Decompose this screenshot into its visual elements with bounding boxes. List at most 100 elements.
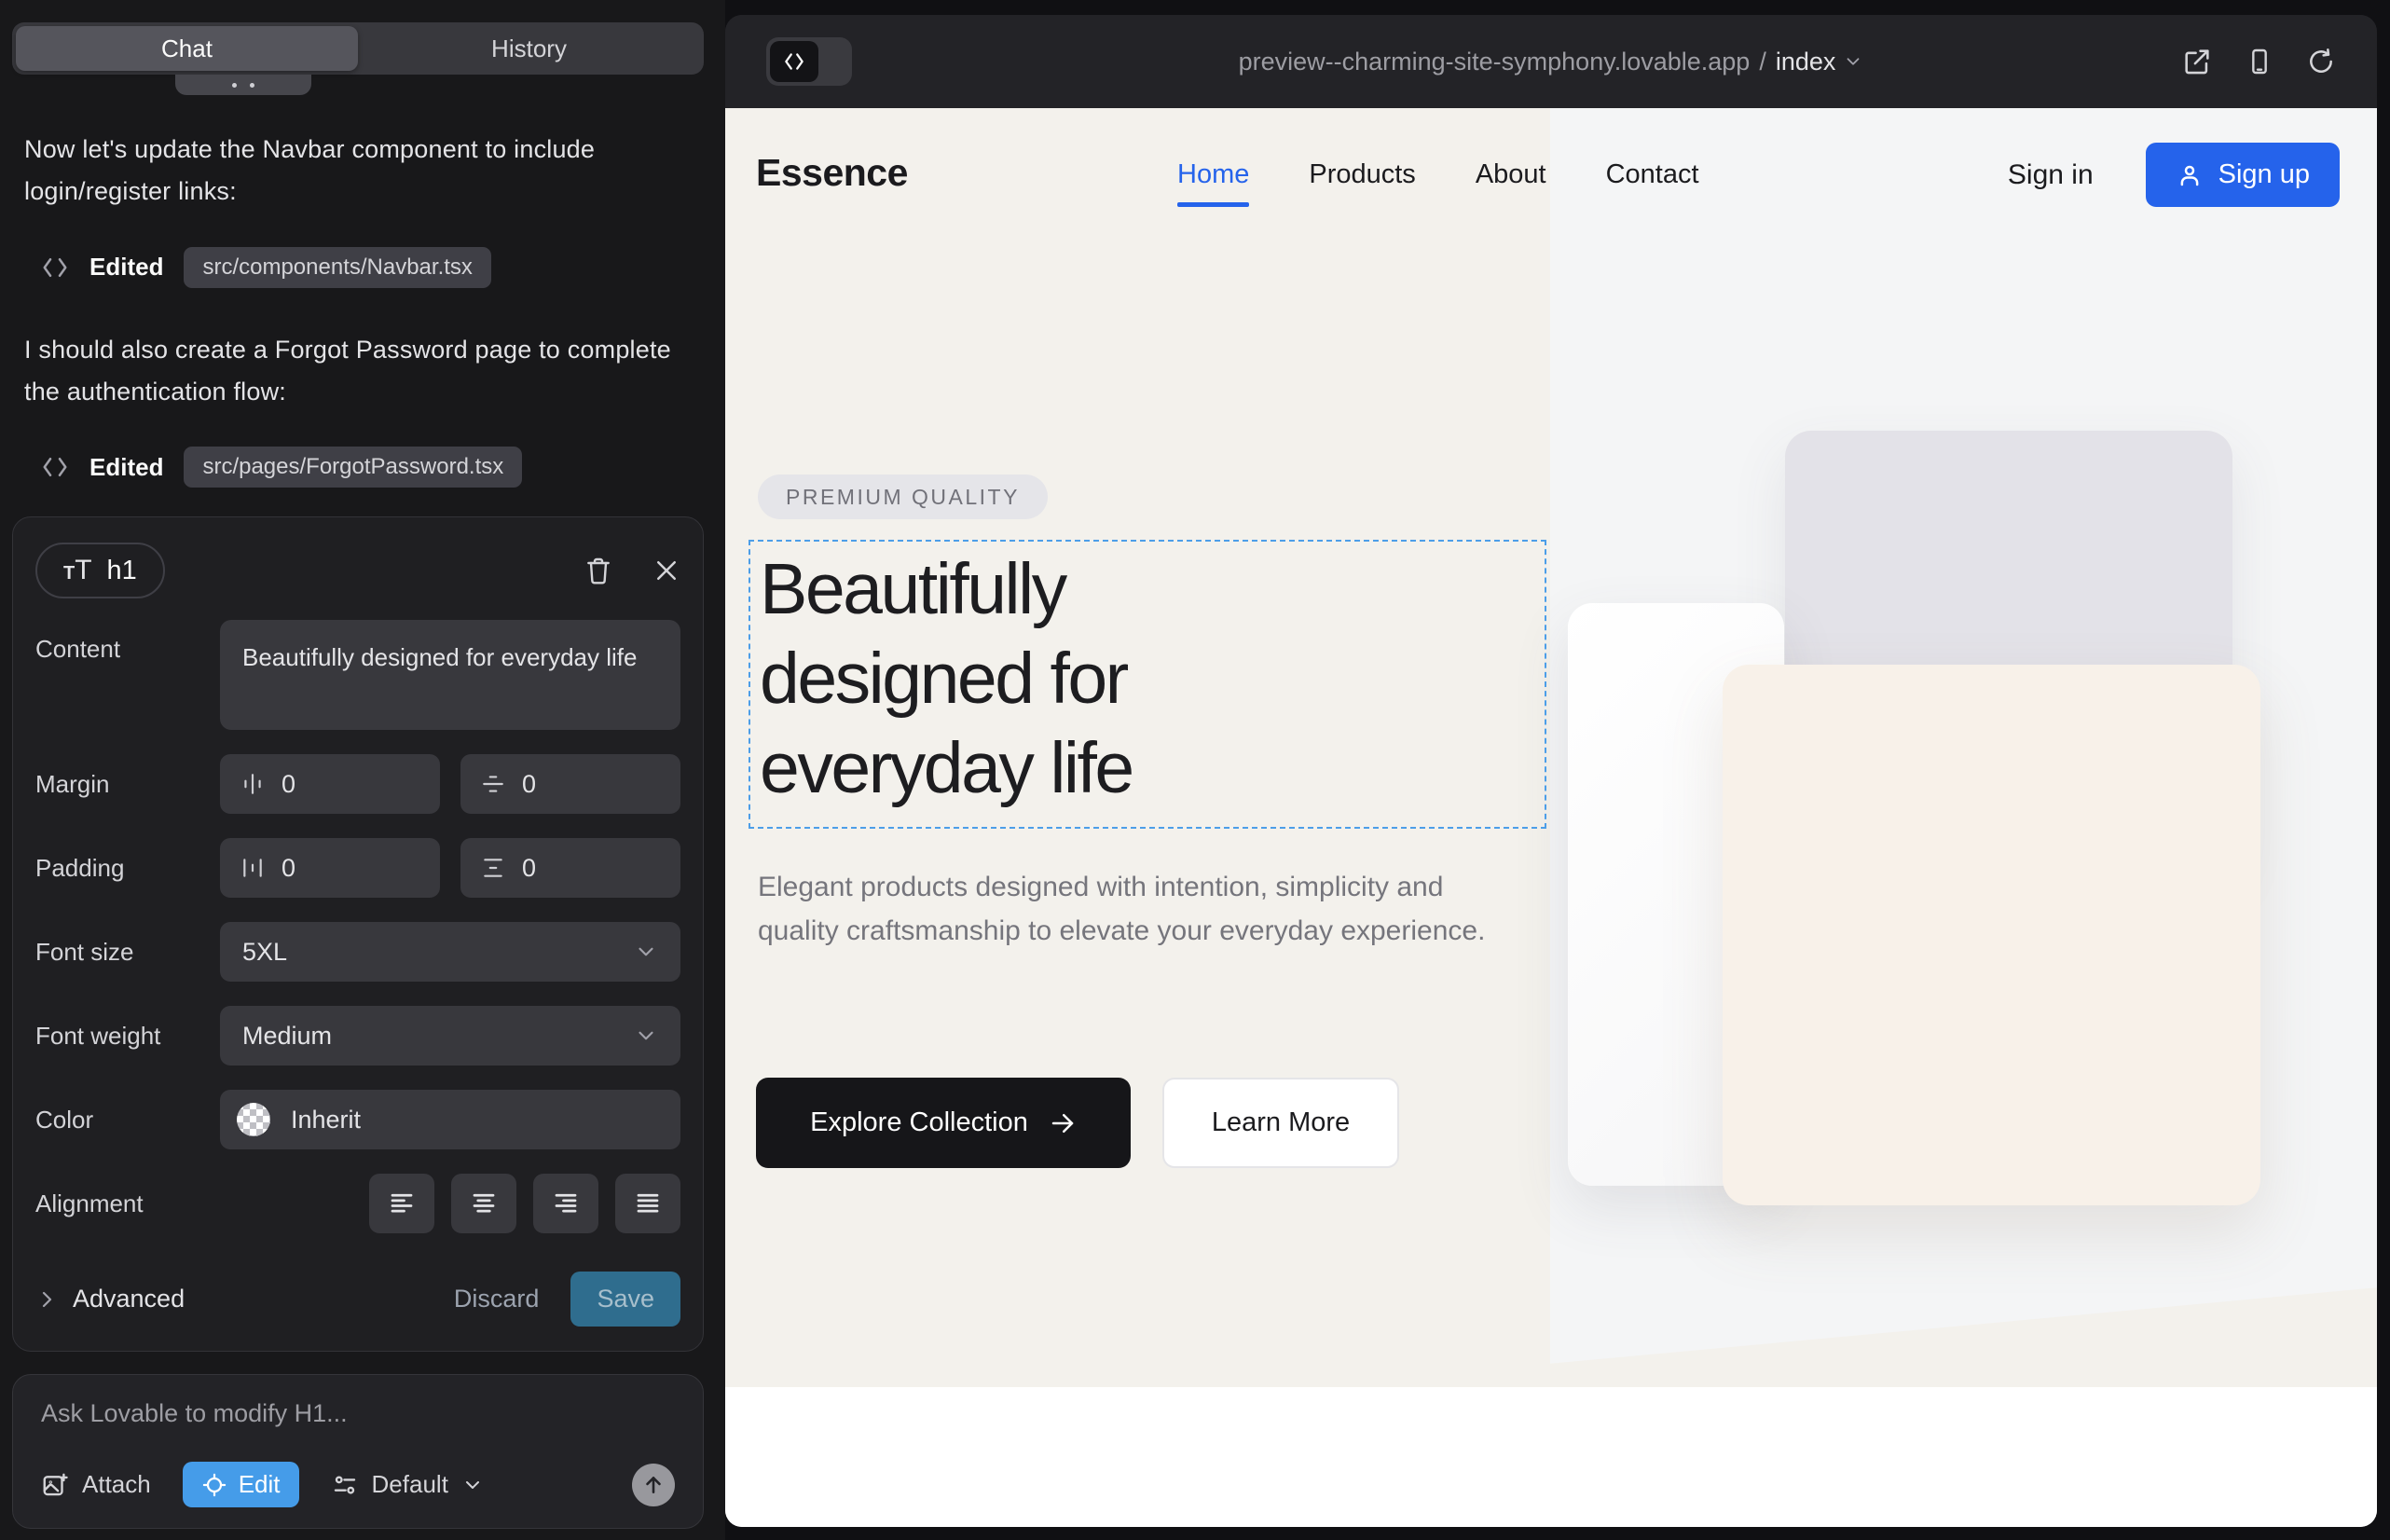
nav-link-contact[interactable]: Contact bbox=[1606, 143, 1699, 207]
next-section-placeholder bbox=[725, 1387, 2377, 1527]
sign-up-button[interactable]: Sign up bbox=[2146, 143, 2340, 207]
url-separator: / bbox=[1759, 48, 1766, 76]
align-right-button[interactable] bbox=[533, 1174, 598, 1233]
padding-label: Padding bbox=[35, 854, 220, 883]
preview-browser: preview--charming-site-symphony.lovable.… bbox=[725, 15, 2377, 1527]
margin-y-input[interactable]: 0 bbox=[460, 754, 680, 814]
nav-link-home[interactable]: Home bbox=[1177, 143, 1249, 207]
padding-field-row: Padding 0 0 bbox=[35, 838, 680, 898]
chevron-down-icon bbox=[634, 940, 658, 964]
hero-headline: Beautifully designed for everyday life bbox=[750, 542, 1545, 814]
margin-horizontal-icon bbox=[240, 772, 265, 796]
send-button[interactable] bbox=[632, 1464, 675, 1506]
align-right-icon bbox=[552, 1189, 580, 1217]
discard-button[interactable]: Discard bbox=[454, 1285, 540, 1313]
element-tag-label: h1 bbox=[107, 556, 137, 586]
margin-x-input[interactable]: 0 bbox=[220, 754, 440, 814]
chat-message-list: Now let's update the Navbar component to… bbox=[24, 129, 701, 529]
chevron-right-icon bbox=[35, 1288, 58, 1311]
padding-vertical-icon bbox=[481, 856, 505, 880]
advanced-toggle[interactable]: Advanced bbox=[35, 1285, 185, 1313]
chevron-down-icon bbox=[1843, 51, 1863, 72]
mobile-view-button[interactable] bbox=[2245, 47, 2274, 76]
site-logo[interactable]: Essence bbox=[756, 151, 908, 195]
alignment-field-row: Alignment bbox=[35, 1174, 680, 1233]
preview-topbar: preview--charming-site-symphony.lovable.… bbox=[725, 15, 2377, 108]
hero-diagonal-divider bbox=[1550, 1275, 2377, 1387]
margin-label: Margin bbox=[35, 770, 220, 799]
url-bar[interactable]: preview--charming-site-symphony.lovable.… bbox=[725, 48, 2377, 76]
url-domain: preview--charming-site-symphony.lovable.… bbox=[1239, 48, 1751, 76]
edited-file-row: Edited src/components/Navbar.tsx bbox=[41, 247, 701, 288]
refresh-icon bbox=[2306, 47, 2336, 76]
composer-input[interactable]: Ask Lovable to modify H1... bbox=[41, 1399, 675, 1428]
code-preview-toggle[interactable] bbox=[766, 37, 852, 86]
close-icon bbox=[652, 557, 680, 584]
nav-link-products[interactable]: Products bbox=[1309, 143, 1415, 207]
hero-section: Essence Home Products About Contact Sign… bbox=[725, 108, 2377, 1387]
code-icon bbox=[782, 49, 806, 74]
arrow-right-icon bbox=[1049, 1109, 1077, 1137]
open-in-new-tab-button[interactable] bbox=[2181, 46, 2213, 77]
chat-composer: Ask Lovable to modify H1... Attach Edit … bbox=[12, 1374, 704, 1529]
sliders-icon bbox=[331, 1471, 359, 1499]
margin-vertical-icon bbox=[481, 772, 505, 796]
save-button[interactable]: Save bbox=[570, 1272, 680, 1327]
align-center-icon bbox=[470, 1189, 498, 1217]
decorative-card-cream bbox=[1723, 665, 2260, 1205]
editor-header: TT h1 bbox=[35, 542, 680, 599]
selected-h1-element[interactable]: Beautifully designed for everyday life bbox=[749, 540, 1546, 829]
tab-history[interactable]: History bbox=[358, 26, 700, 71]
edited-file-chip[interactable]: src/pages/ForgotPassword.tsx bbox=[184, 447, 522, 488]
chevron-down-icon bbox=[634, 1024, 658, 1048]
align-left-button[interactable] bbox=[369, 1174, 434, 1233]
attach-button[interactable]: Attach bbox=[41, 1470, 151, 1499]
refresh-button[interactable] bbox=[2306, 47, 2336, 76]
font-size-select[interactable]: 5XL bbox=[220, 922, 680, 982]
margin-field-row: Margin 0 0 bbox=[35, 754, 680, 814]
color-label: Color bbox=[35, 1106, 220, 1134]
arrow-up-icon bbox=[641, 1473, 666, 1497]
code-icon bbox=[41, 453, 69, 481]
url-page-selector: index bbox=[1776, 48, 1864, 76]
sign-in-link[interactable]: Sign in bbox=[2008, 159, 2094, 191]
delete-element-button[interactable] bbox=[584, 555, 613, 586]
edited-label: Edited bbox=[89, 453, 163, 482]
content-input[interactable]: Beautifully designed for everyday life bbox=[220, 620, 680, 730]
tab-chat[interactable]: Chat bbox=[16, 26, 358, 71]
content-label: Content bbox=[35, 620, 220, 664]
font-size-label: Font size bbox=[35, 938, 220, 967]
site-navbar: Essence Home Products About Contact Sign… bbox=[725, 108, 2377, 241]
alignment-label: Alignment bbox=[35, 1189, 220, 1218]
nav-auth-actions: Sign in Sign up bbox=[2008, 108, 2340, 241]
scrolled-chip-remnant bbox=[175, 75, 311, 95]
nav-link-about[interactable]: About bbox=[1476, 143, 1546, 207]
external-link-icon bbox=[2181, 46, 2213, 77]
align-justify-button[interactable] bbox=[615, 1174, 680, 1233]
font-weight-select[interactable]: Medium bbox=[220, 1006, 680, 1066]
smartphone-icon bbox=[2245, 47, 2274, 76]
edited-file-chip[interactable]: src/components/Navbar.tsx bbox=[184, 247, 490, 288]
attach-image-icon bbox=[41, 1471, 69, 1499]
selected-element-pill[interactable]: TT h1 bbox=[35, 543, 165, 598]
content-field-row: Content Beautifully designed for everyda… bbox=[35, 620, 680, 730]
explore-collection-button[interactable]: Explore Collection bbox=[756, 1078, 1131, 1168]
premium-quality-badge: PREMIUM QUALITY bbox=[758, 474, 1048, 519]
padding-horizontal-icon bbox=[240, 856, 265, 880]
padding-y-input[interactable]: 0 bbox=[460, 838, 680, 898]
close-editor-button[interactable] bbox=[652, 557, 680, 584]
edit-mode-button[interactable]: Edit bbox=[183, 1462, 299, 1507]
align-justify-icon bbox=[634, 1189, 662, 1217]
model-default-dropdown[interactable]: Default bbox=[331, 1470, 484, 1499]
color-select[interactable]: Inherit bbox=[220, 1090, 680, 1149]
transparent-color-swatch-icon bbox=[237, 1103, 270, 1136]
hero-subtext: Elegant products designed with intention… bbox=[758, 865, 1513, 954]
edited-label: Edited bbox=[89, 253, 163, 282]
font-weight-label: Font weight bbox=[35, 1022, 220, 1051]
hero-cta-row: Explore Collection Learn More bbox=[756, 1078, 1399, 1168]
color-field-row: Color Inherit bbox=[35, 1090, 680, 1149]
learn-more-button[interactable]: Learn More bbox=[1162, 1078, 1399, 1168]
align-center-button[interactable] bbox=[451, 1174, 516, 1233]
nav-links: Home Products About Contact bbox=[1177, 108, 1699, 241]
padding-x-input[interactable]: 0 bbox=[220, 838, 440, 898]
